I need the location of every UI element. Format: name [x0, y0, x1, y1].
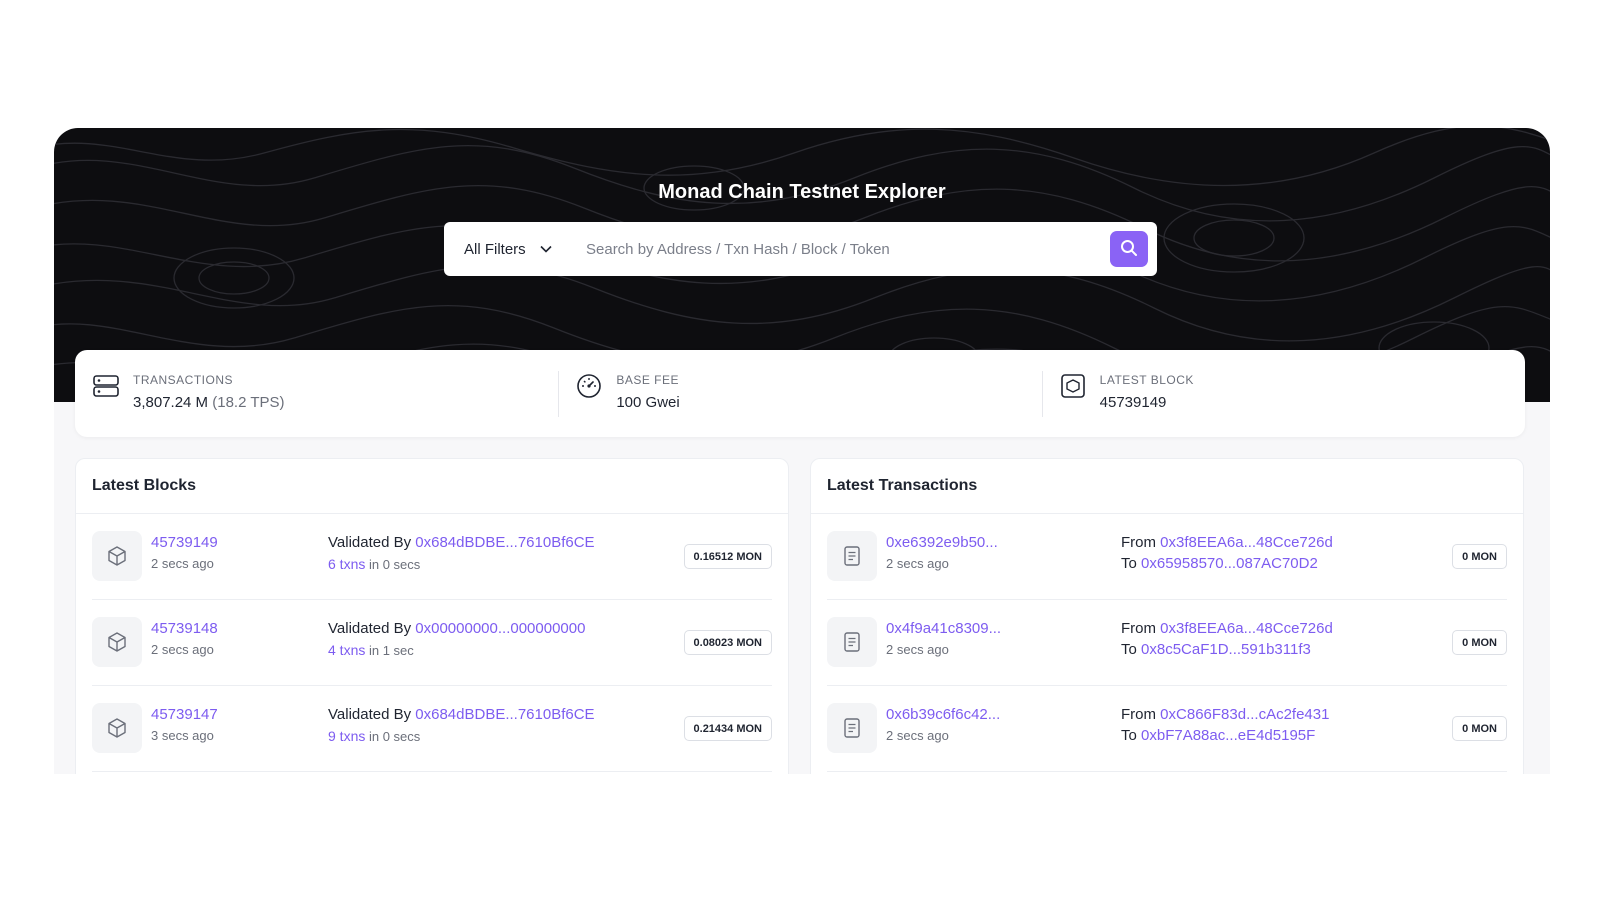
value-badge: 0 MON — [1452, 630, 1507, 655]
document-icon — [827, 617, 877, 667]
to-label: To — [1121, 641, 1137, 658]
stat-transactions: TRANSACTIONS 3,807.24 M (18.2 TPS) — [75, 371, 558, 417]
block-duration: in 0 secs — [368, 729, 421, 744]
from-label: From — [1121, 534, 1156, 551]
block-duration: in 0 secs — [368, 557, 421, 572]
cube-icon — [92, 531, 142, 581]
to-label: To — [1121, 555, 1137, 572]
cube-icon — [92, 703, 142, 753]
txns-link[interactable]: 4 txns — [328, 642, 365, 658]
block-age: 3 secs ago — [151, 728, 214, 743]
txn-hash-link[interactable]: 0xe6392e9b50... — [886, 534, 998, 551]
block-duration: in 1 sec — [368, 643, 414, 658]
explorer-frame: Monad Chain Testnet Explorer All Filters — [54, 128, 1550, 774]
from-address-link[interactable]: 0x3f8EEA6a...48Cce726d — [1160, 620, 1333, 637]
page-title: Monad Chain Testnet Explorer — [658, 181, 946, 203]
from-address-link[interactable]: 0xC866F83d...cAc2fe431 — [1160, 706, 1329, 723]
stat-label: BASE FEE — [616, 372, 680, 387]
validated-label: Validated By — [328, 620, 412, 637]
block-row: 45739149 2 secs ago Validated By 0x684dB… — [92, 514, 772, 600]
to-address-link[interactable]: 0xbF7A88ac...eE4d5195F — [1141, 727, 1315, 744]
transaction-row: 0xe6392e9b50... 2 secs ago From 0x3f8EEA… — [827, 514, 1507, 600]
block-row: 45739147 3 secs ago Validated By 0x684dB… — [92, 686, 772, 772]
txns-link[interactable]: 6 txns — [328, 556, 365, 572]
txns-link[interactable]: 9 txns — [328, 728, 365, 744]
txn-hash-link[interactable]: 0x6b39c6f6c42... — [886, 706, 1000, 723]
panel-title: Latest Transactions — [811, 459, 1523, 514]
search-button[interactable] — [1110, 231, 1148, 267]
chevron-down-icon — [540, 245, 552, 253]
validated-label: Validated By — [328, 534, 412, 551]
block-row: 45739148 2 secs ago Validated By 0x00000… — [92, 600, 772, 686]
panel-title: Latest Blocks — [76, 459, 788, 514]
from-label: From — [1121, 706, 1156, 723]
validator-link[interactable]: 0x684dBDBE...7610Bf6CE — [415, 706, 594, 723]
filter-label: All Filters — [464, 240, 526, 258]
transaction-row: 0x6b39c6f6c42... 2 secs ago From 0xC866F… — [827, 686, 1507, 772]
value-badge: 0 MON — [1452, 716, 1507, 741]
search-icon — [1120, 239, 1138, 260]
to-address-link[interactable]: 0x65958570...087AC70D2 — [1141, 555, 1318, 572]
transactions-count: 3,807.24 M — [133, 393, 209, 411]
block-number-link[interactable]: 45739149 — [151, 534, 218, 551]
document-icon — [827, 531, 877, 581]
txn-age: 2 secs ago — [886, 642, 949, 657]
validated-label: Validated By — [328, 706, 412, 723]
stat-label: TRANSACTIONS — [133, 372, 234, 387]
block-age: 2 secs ago — [151, 642, 214, 657]
to-address-link[interactable]: 0x8c5CaF1D...591b311f3 — [1141, 641, 1311, 658]
tps-value: (18.2 TPS) — [212, 393, 285, 411]
txn-age: 2 secs ago — [886, 728, 949, 743]
cube-icon — [92, 617, 142, 667]
block-age: 2 secs ago — [151, 556, 214, 571]
document-icon — [827, 703, 877, 753]
stat-value: 3,807.24 M (18.2 TPS) — [133, 394, 285, 411]
from-label: From — [1121, 620, 1156, 637]
latest-block-value: 45739149 — [1099, 393, 1167, 411]
block-number-link[interactable]: 45739147 — [151, 706, 218, 723]
server-icon — [91, 371, 121, 401]
reward-badge: 0.08023 MON — [683, 630, 772, 655]
transaction-row: 0x4f9a41c8309... 2 secs ago From 0x3f8EE… — [827, 600, 1507, 686]
stat-latest-block: LATEST BLOCK 45739149 — [1041, 370, 1525, 417]
txn-hash-link[interactable]: 0x4f9a41c8309... — [886, 620, 1001, 637]
gauge-icon — [574, 371, 604, 401]
stat-label: LATEST BLOCK — [1099, 372, 1194, 387]
search-input[interactable] — [586, 222, 1110, 276]
stat-base-fee: BASE FEE 100 Gwei — [558, 370, 1041, 417]
reward-badge: 0.21434 MON — [683, 716, 772, 741]
from-address-link[interactable]: 0x3f8EEA6a...48Cce726d — [1160, 534, 1333, 551]
stats-bar: TRANSACTIONS 3,807.24 M (18.2 TPS) BASE … — [75, 350, 1525, 437]
reward-badge: 0.16512 MON — [683, 544, 772, 569]
validator-link[interactable]: 0x00000000...000000000 — [415, 620, 585, 637]
value-badge: 0 MON — [1452, 544, 1507, 569]
filter-dropdown[interactable]: All Filters — [444, 222, 586, 276]
block-number-link[interactable]: 45739148 — [151, 620, 218, 637]
validator-link[interactable]: 0x684dBDBE...7610Bf6CE — [415, 534, 594, 551]
block-icon — [1058, 371, 1088, 401]
latest-blocks-panel: Latest Blocks 45739149 2 secs ago Valida… — [75, 458, 789, 774]
search-bar: All Filters — [444, 222, 1157, 276]
txn-age: 2 secs ago — [886, 556, 949, 571]
base-fee-value: 100 Gwei — [616, 393, 680, 411]
latest-transactions-panel: Latest Transactions 0xe6392e9b50... 2 se… — [810, 458, 1524, 774]
to-label: To — [1121, 727, 1137, 744]
